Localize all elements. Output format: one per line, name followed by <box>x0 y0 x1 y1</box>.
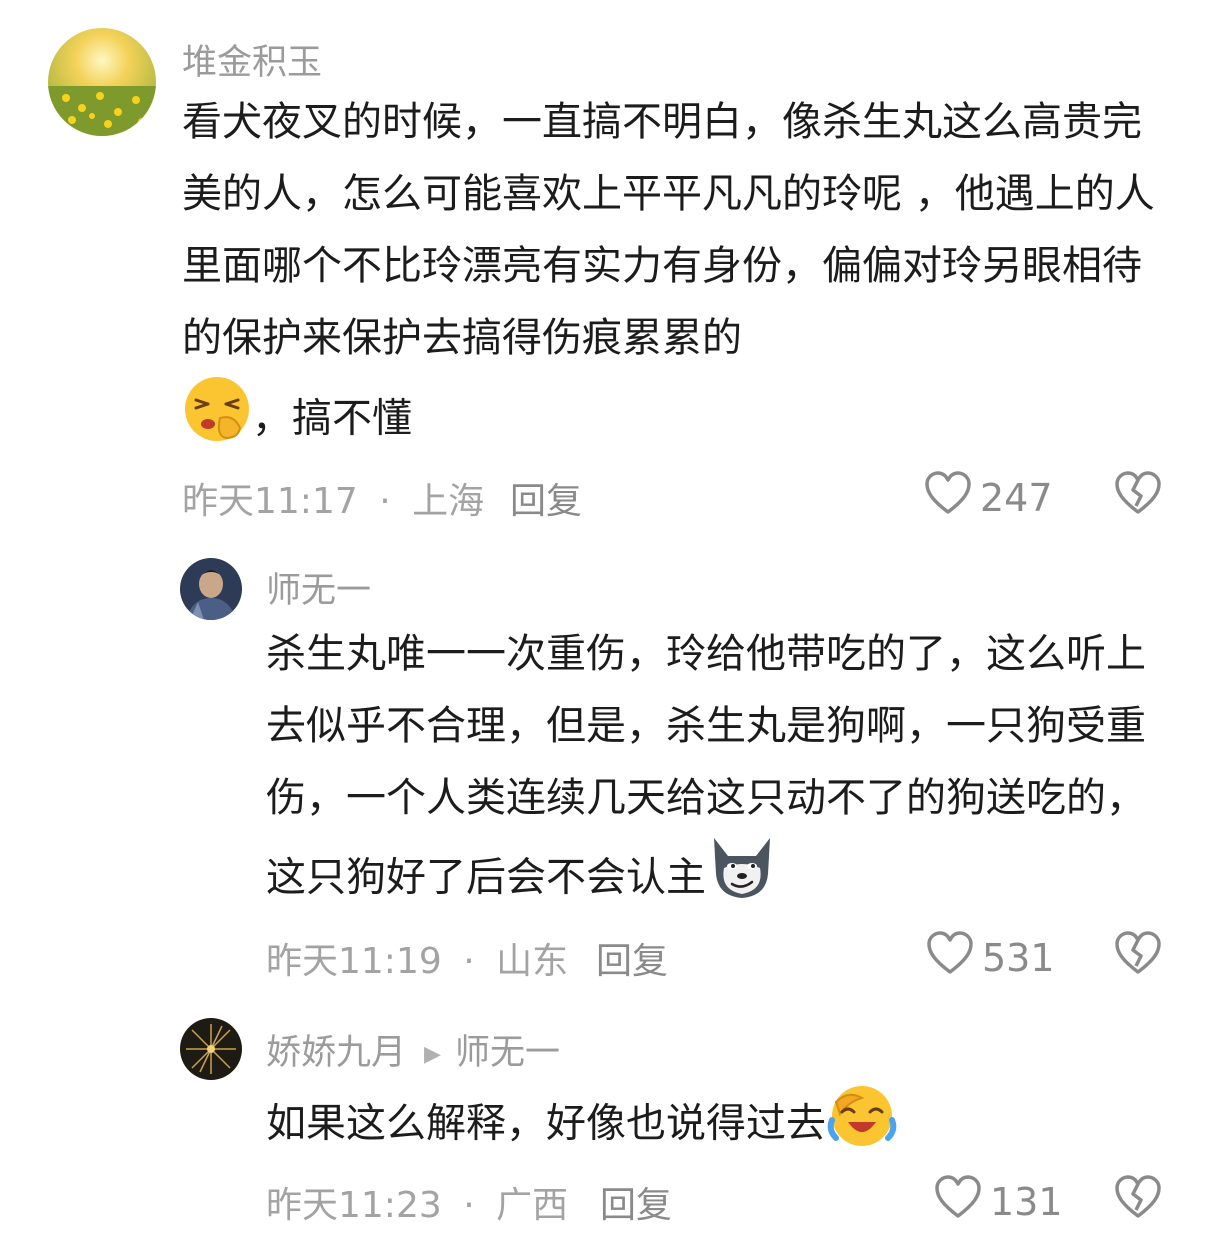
like-button[interactable]: 131 <box>934 1174 1063 1229</box>
laughing-crying-emoji <box>826 1080 898 1171</box>
broken-heart-icon <box>1114 471 1162 520</box>
location: 上海 <box>412 481 485 522</box>
like-count: 247 <box>980 475 1053 520</box>
comment-text: 杀生丸唯一一次重伤，玲给他带吃的了，这么听上去似乎不合理，但是，杀生丸是狗啊，一… <box>266 618 1172 925</box>
heart-outline-icon <box>924 470 972 525</box>
comment-meta: 昨天11:17 · 上海 <box>182 472 484 524</box>
dislike-button[interactable] <box>1114 470 1162 520</box>
avatar[interactable] <box>180 1018 242 1080</box>
reply-target[interactable]: 师无一 <box>455 1033 560 1073</box>
location: 山东 <box>496 941 569 982</box>
comment-meta: 昨天11:23 · 广西 <box>266 1176 568 1228</box>
comment-text: 看犬夜叉的时候，一直搞不明白，像杀生丸这么高贵完美的人，怎么可能喜欢上平平凡凡的… <box>182 86 1174 467</box>
timestamp: 昨天11:17 <box>182 481 358 522</box>
comment-text: 如果这么解释，好像也说得过去 <box>266 1080 1172 1171</box>
comment-meta: 昨天11:19 · 山东 <box>266 932 568 984</box>
separator: · <box>463 941 475 982</box>
broken-heart-icon <box>1114 931 1162 980</box>
username[interactable]: 师无一 <box>266 562 371 613</box>
separator: · <box>463 1185 475 1226</box>
reply-button[interactable]: 回复 <box>600 1176 672 1228</box>
shushing-face-emoji <box>182 374 252 467</box>
reply-arrow-icon: ▶ <box>424 1041 441 1067</box>
like-button[interactable]: 247 <box>924 470 1053 525</box>
username[interactable]: 堆金积玉 <box>182 34 322 85</box>
reply-button[interactable]: 回复 <box>596 932 668 984</box>
timestamp: 昨天11:23 <box>266 1185 442 1226</box>
location: 广西 <box>496 1185 569 1226</box>
username[interactable]: 娇娇九月 ▶ 师无一 <box>266 1024 560 1075</box>
dislike-button[interactable] <box>1114 1174 1162 1224</box>
avatar[interactable] <box>48 28 156 136</box>
wolf-face-emoji <box>706 834 778 925</box>
broken-heart-icon <box>1114 1175 1162 1224</box>
heart-outline-icon <box>934 1174 982 1229</box>
heart-outline-icon <box>926 930 974 985</box>
avatar[interactable] <box>180 558 242 620</box>
timestamp: 昨天11:19 <box>266 941 442 982</box>
dislike-button[interactable] <box>1114 930 1162 980</box>
separator: · <box>379 481 391 522</box>
like-button[interactable]: 531 <box>926 930 1055 985</box>
reply-button[interactable]: 回复 <box>510 472 582 524</box>
like-count: 531 <box>982 935 1055 980</box>
like-count: 131 <box>990 1179 1063 1224</box>
